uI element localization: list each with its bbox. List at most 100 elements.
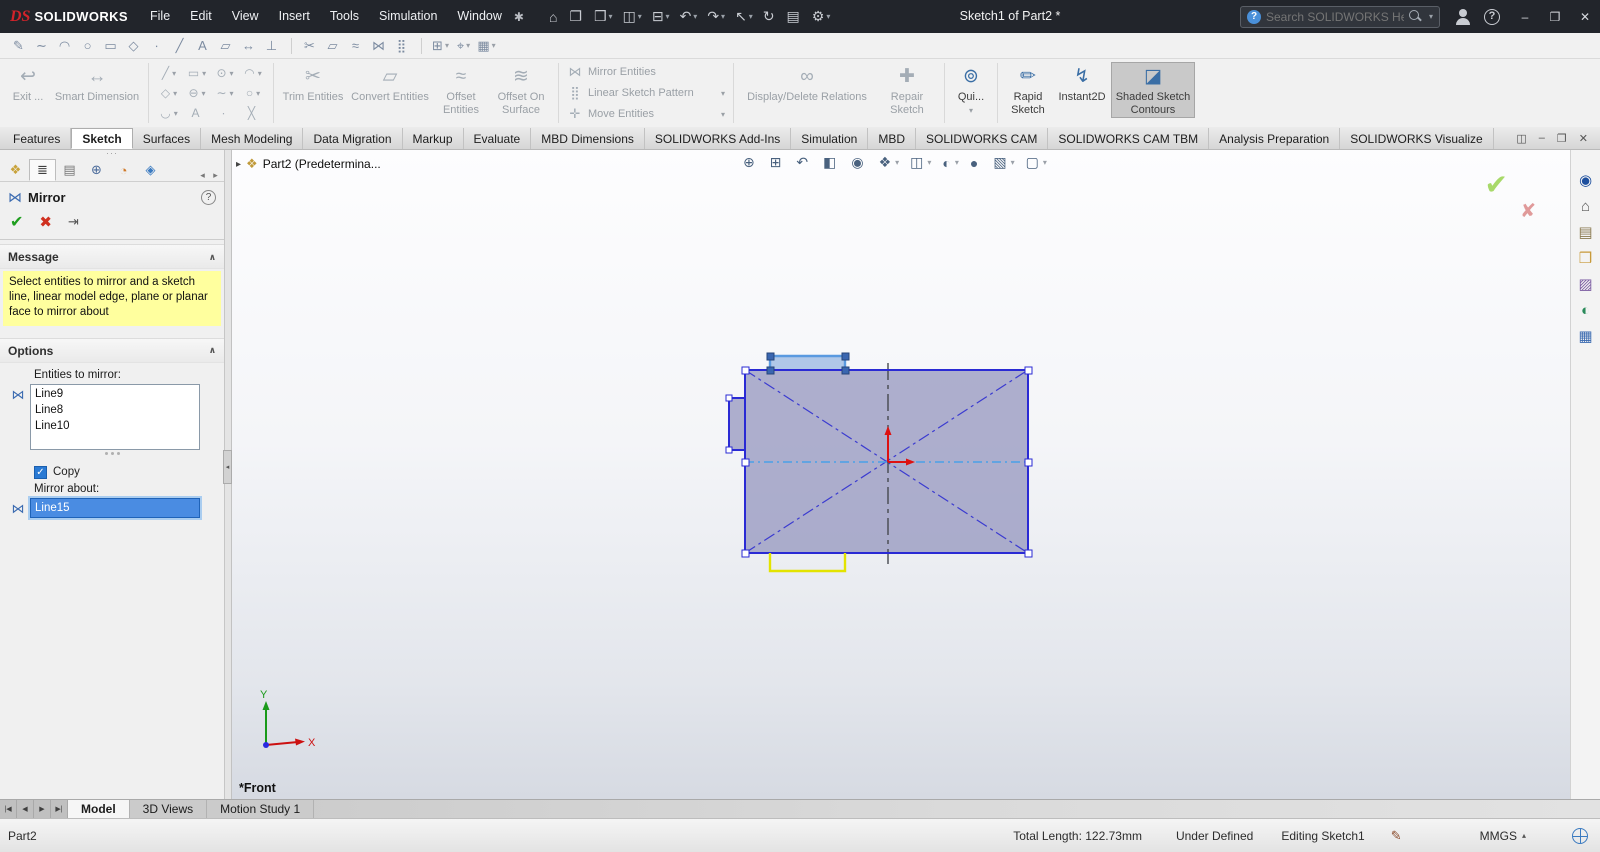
view-tab[interactable]: Model: [68, 800, 130, 818]
arc-icon[interactable]: ◠ ▾: [239, 63, 267, 83]
polygon-icon[interactable]: ◇ ▾: [155, 83, 183, 103]
file-properties-icon[interactable]: ▤: [782, 0, 807, 33]
repair-sketch-button[interactable]: ✚ Repair Sketch: [875, 62, 939, 117]
text-icon[interactable]: A: [183, 103, 211, 123]
text-tool-icon[interactable]: A: [192, 38, 215, 53]
listbox-item[interactable]: Line9: [31, 386, 199, 402]
menu-item[interactable]: Simulation: [369, 0, 447, 33]
sketch-tool-icon[interactable]: ✎: [8, 38, 31, 54]
offset-on-surface-button[interactable]: ≋ Offset On Surface: [489, 62, 553, 117]
ribbon-tab[interactable]: Evaluate: [464, 128, 532, 149]
ribbon-tab[interactable]: MBD Dimensions: [531, 128, 645, 149]
entities-listbox[interactable]: Line9 Line8 Line10: [30, 383, 200, 450]
options-icon[interactable]: ⚙ ▾: [807, 0, 836, 33]
user-account-icon[interactable]: [1454, 8, 1472, 26]
shaded-sketch-contours-button[interactable]: ◪ Shaded Sketch Contours: [1111, 62, 1195, 118]
ribbon-tab[interactable]: SOLIDWORKS Visualize: [1340, 128, 1494, 149]
grid-tools-icon[interactable]: ▦ ▾: [475, 38, 498, 54]
copy-checkbox[interactable]: ✓: [34, 465, 47, 479]
convert-tool-icon[interactable]: ▱: [322, 38, 345, 54]
ribbon-tab[interactable]: MBD: [868, 128, 916, 149]
tab-scroll-left-icon[interactable]: ◂: [196, 170, 209, 181]
next-tab-icon[interactable]: ▶: [34, 800, 51, 818]
construction-line-icon[interactable]: ╳: [239, 103, 267, 123]
menu-item[interactable]: File: [140, 0, 180, 33]
dynamic-annotation-icon[interactable]: ◉: [851, 154, 867, 171]
last-tab-icon[interactable]: ▶|: [51, 800, 68, 818]
confirm-cancel-icon[interactable]: ✘: [1520, 200, 1536, 223]
split-view-icon[interactable]: ◫: [1516, 132, 1526, 145]
first-tab-icon[interactable]: |◀: [0, 800, 17, 818]
edit-appearance-icon[interactable]: ●: [970, 155, 982, 171]
home-icon[interactable]: ⌂: [1581, 198, 1590, 215]
home-icon[interactable]: ⌂: [544, 0, 564, 33]
linear-sketch-pattern-button[interactable]: ⣿ Linear Sketch Pattern ▾: [567, 85, 725, 101]
confirm-ok-icon[interactable]: ✔: [1485, 168, 1508, 201]
spline-tool-icon[interactable]: ∼: [31, 38, 54, 54]
section-view-icon[interactable]: ◧: [823, 154, 840, 171]
select-icon[interactable]: ↖ ▾: [730, 0, 758, 33]
ribbon-tab[interactable]: Analysis Preparation: [1209, 128, 1341, 149]
rapid-sketch-button[interactable]: ✏ Rapid Sketch: [1003, 62, 1053, 117]
chevron-down-icon[interactable]: ▾: [721, 110, 725, 119]
point-icon[interactable]: ∙: [211, 103, 239, 123]
help-icon[interactable]: ?: [201, 190, 216, 205]
featuremanager-tab-icon[interactable]: ❖: [2, 159, 29, 181]
ribbon-tab[interactable]: SOLIDWORKS CAM TBM: [1048, 128, 1210, 149]
centerline-tool-icon[interactable]: ╱: [169, 38, 192, 54]
panel-grip[interactable]: ···: [0, 149, 224, 158]
view-palette-icon[interactable]: ▨: [1578, 276, 1592, 293]
collapse-panel-handle[interactable]: ◂: [223, 450, 232, 484]
quick-snaps-button[interactable]: ⊚ Qui... ▾: [950, 62, 992, 115]
panel-splitter[interactable]: ◂: [223, 150, 232, 799]
trim-tool-icon[interactable]: ✂: [299, 38, 322, 54]
exit-sketch-button[interactable]: ↩ Exit ...: [5, 62, 51, 104]
new-document-icon[interactable]: ❐: [564, 0, 589, 33]
smart-dimension-button[interactable]: ↔ Smart Dimension: [51, 62, 143, 104]
unit-system-selector[interactable]: MMGS ▴: [1480, 829, 1526, 843]
fillet-icon[interactable]: ◡ ▾: [155, 103, 183, 123]
expand-tree-icon[interactable]: ▸: [236, 159, 241, 170]
ellipse-icon[interactable]: ○ ▾: [239, 83, 267, 103]
menu-item[interactable]: View: [222, 0, 269, 33]
ribbon-tab[interactable]: Data Migration: [303, 128, 403, 149]
line-icon[interactable]: ╱ ▾: [155, 63, 183, 83]
menu-item[interactable]: Edit: [180, 0, 222, 33]
propertymanager-tab-icon[interactable]: ≣: [29, 159, 56, 181]
chevron-down-icon[interactable]: ▾: [969, 106, 973, 115]
help-search-box[interactable]: ? ▾: [1240, 5, 1440, 28]
file-explorer-icon[interactable]: ❒: [1579, 250, 1592, 267]
listbox-item[interactable]: Line10: [31, 418, 199, 434]
pin-menu-icon[interactable]: ✱: [514, 10, 524, 24]
offset-tool-icon[interactable]: ≈: [345, 38, 368, 53]
search-icon[interactable]: [1408, 10, 1422, 23]
display-delete-relations-button[interactable]: ∞ Display/Delete Relations: [739, 62, 875, 104]
ribbon-tab[interactable]: Sketch: [71, 128, 133, 149]
graphics-area[interactable]: Y X ▸ ❖ Part2 (Predetermina... ⊕ ⊞ ↶ ◧ ◉: [232, 150, 1570, 799]
options-section-header[interactable]: Options ∧: [0, 337, 224, 363]
mirror-tool-icon[interactable]: ⋈: [368, 38, 391, 54]
part-name[interactable]: Part2 (Predetermina...: [263, 157, 381, 171]
point-tool-icon[interactable]: ∙: [146, 38, 169, 53]
save-icon[interactable]: ◫ ▾: [618, 0, 647, 33]
view-tab[interactable]: Motion Study 1: [207, 800, 315, 818]
globe-icon[interactable]: [1572, 827, 1588, 844]
display-style-icon[interactable]: ◫ ▾: [910, 154, 931, 171]
trim-entities-button[interactable]: ✂ Trim Entities: [279, 62, 347, 104]
search-caret-icon[interactable]: ▾: [1429, 12, 1433, 21]
snap-tools-icon[interactable]: ⌖ ▾: [452, 38, 475, 54]
help-icon[interactable]: ?: [1484, 8, 1500, 25]
rectangle-icon[interactable]: ▭ ▾: [183, 63, 211, 83]
ribbon-tab[interactable]: Simulation: [791, 128, 869, 149]
dimxpertmanager-tab-icon[interactable]: ⊕: [83, 159, 110, 181]
zoom-to-fit-icon[interactable]: ⊕: [743, 154, 759, 171]
instant2d-button[interactable]: ↯ Instant2D: [1053, 62, 1111, 104]
print-icon[interactable]: ⊟ ▾: [647, 0, 675, 33]
ribbon-tab[interactable]: SOLIDWORKS CAM: [916, 128, 1049, 149]
mirror-entities-button[interactable]: ⋈ Mirror Entities: [567, 64, 725, 80]
design-library-icon[interactable]: ▤: [1578, 224, 1592, 241]
ribbon-tab[interactable]: Mesh Modeling: [201, 128, 304, 149]
undo-icon[interactable]: ↶ ▾: [675, 0, 703, 33]
prev-tab-icon[interactable]: ◀: [17, 800, 34, 818]
polygon-tool-icon[interactable]: ◇: [123, 38, 146, 54]
